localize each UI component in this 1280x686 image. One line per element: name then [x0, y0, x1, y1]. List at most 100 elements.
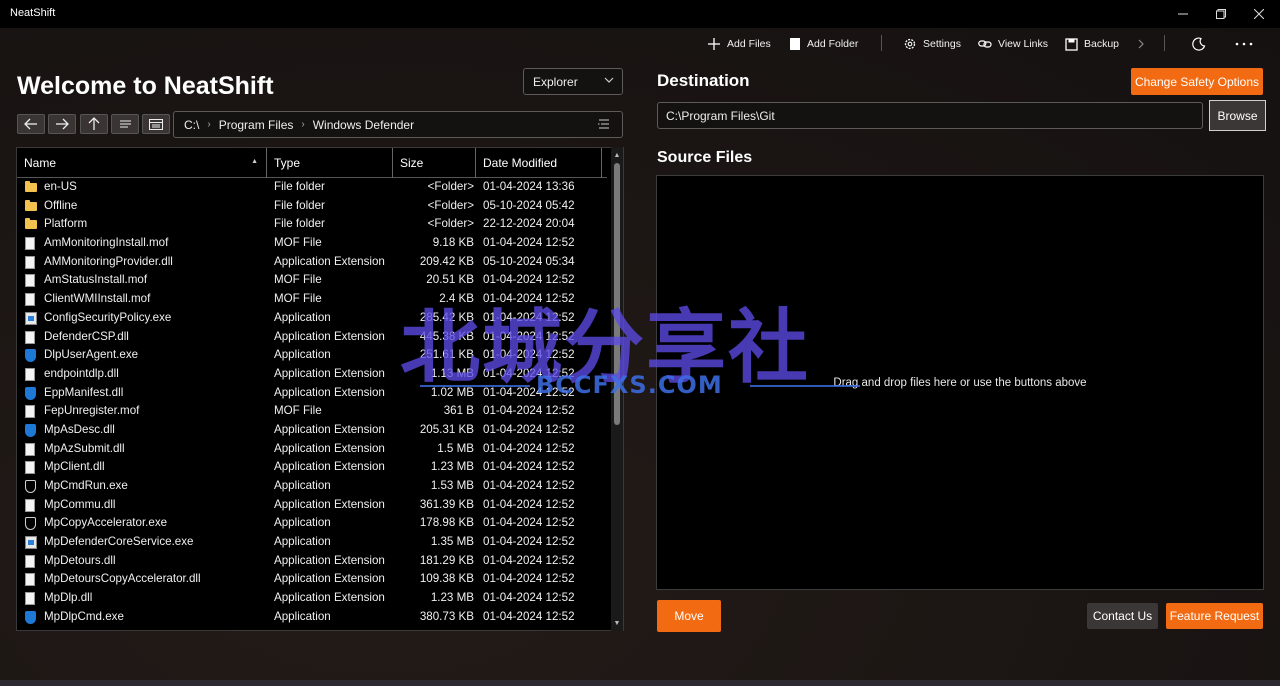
filter-list-icon[interactable] [598, 118, 610, 132]
chevron-right-icon[interactable] [1137, 33, 1145, 55]
column-header-name[interactable]: Name ▲ [17, 148, 267, 178]
file-date: 01-04-2024 13:36 [483, 180, 575, 193]
table-row[interactable]: DlpUserAgent.exe Application 251.61 KB 01-0… [17, 346, 607, 365]
add-folder-button[interactable]: Add Folder [789, 33, 858, 55]
table-row[interactable]: FepUnregister.mof MOF File 361 B 01-04-2024… [17, 402, 607, 421]
table-row[interactable]: MpAzSubmit.dll Application Extension 1.5 M… [17, 440, 607, 459]
dll-icon [25, 330, 35, 344]
add-files-button[interactable]: Add Files [707, 33, 771, 55]
file-name: DlpUserAgent.exe [44, 348, 139, 362]
scrollbar-thumb[interactable] [614, 163, 620, 425]
file-size: 205.31 KB [419, 422, 474, 436]
file-type: Application Extension [274, 254, 385, 268]
add-folder-label: Add Folder [807, 38, 859, 50]
view-links-button[interactable]: View Links [978, 33, 1048, 55]
file-icon [25, 293, 35, 307]
table-row[interactable]: MpDefenderCoreService.exe Application 1.35… [17, 533, 607, 552]
close-icon[interactable] [1242, 0, 1276, 28]
settings-button[interactable]: Settings [903, 33, 961, 55]
file-name: AmStatusInstall.mof [44, 273, 148, 287]
table-row[interactable]: MpCmdRun.exe Application 1.53 MB 01-04-2024… [17, 477, 607, 496]
table-row[interactable]: MpClient.dll Application Extension 1.23 MB… [17, 458, 607, 477]
file-type: Application [274, 479, 331, 492]
table-row[interactable]: Platform File folder <Folder> 22-12-2024 20… [17, 215, 607, 234]
file-name: MpDetoursCopyAccelerator.dll [44, 572, 201, 586]
scroll-up-icon[interactable]: ▲ [611, 149, 623, 161]
table-row[interactable]: MpCommu.dll Application Extension 361.39 K… [17, 496, 607, 515]
command-separator [1164, 35, 1165, 51]
destination-path-field[interactable]: C:\Program Files\Git [657, 102, 1203, 129]
file-size: 178.98 KB [419, 516, 474, 530]
file-size: 2.4 KB [439, 292, 474, 306]
breadcrumb[interactable]: C:\ › Program Files › Windows Defender [173, 111, 623, 138]
file-date: 01-04-2024 12:52 [483, 404, 575, 418]
file-name: FepUnregister.mof [44, 404, 140, 418]
file-type: Application [274, 348, 331, 362]
file-type: MOF File [274, 292, 322, 306]
file-name: Offline [44, 198, 78, 212]
up-button[interactable] [80, 114, 108, 134]
column-header-date[interactable]: Date Modified [476, 148, 602, 178]
change-safety-options-button[interactable]: Change Safety Options [1131, 68, 1263, 95]
file-size: 380.73 KB [419, 609, 474, 623]
details-view-button[interactable] [142, 114, 170, 134]
table-row[interactable]: MpDetours.dll Application Extension 181.29… [17, 552, 607, 571]
file-size: 109.38 KB [419, 572, 474, 586]
dll-icon [25, 461, 35, 475]
file-size: 20.51 KB [426, 273, 474, 287]
file-date: 01-04-2024 12:52 [483, 236, 575, 250]
feature-request-button[interactable]: Feature Request [1166, 603, 1263, 629]
forward-button[interactable] [48, 114, 76, 134]
table-row[interactable]: MpAsDesc.dll Application Extension 205.31 … [17, 421, 607, 440]
file-date: 01-04-2024 12:52 [483, 572, 575, 586]
drop-zone[interactable]: Drag and drop files here or use the butt… [656, 175, 1264, 590]
moon-icon[interactable] [1192, 33, 1206, 55]
dll-icon [25, 573, 35, 587]
file-name: AmMonitoringInstall.mof [44, 236, 169, 250]
table-row[interactable]: AmMonitoringInstall.mof MOF File 9.18 KB 01… [17, 234, 607, 253]
command-separator [881, 35, 882, 51]
table-row[interactable]: ClientWMIInstall.mof MOF File 2.4 KB 01-04-… [17, 290, 607, 309]
browse-button[interactable]: Browse [1209, 100, 1266, 131]
file-name: MpClient.dll [44, 460, 105, 474]
file-type: File folder [274, 198, 325, 212]
file-type: Application Extension [274, 553, 385, 567]
list-view-button[interactable] [111, 114, 139, 134]
breadcrumb-item[interactable]: Program Files [219, 118, 294, 132]
table-scrollbar[interactable]: ▲ ▼ [611, 147, 623, 631]
file-size: 9.18 KB [432, 236, 474, 250]
minimize-icon[interactable] [1166, 0, 1200, 28]
breadcrumb-item[interactable]: Windows Defender [313, 118, 414, 132]
chevron-down-icon [604, 76, 614, 86]
table-row[interactable]: en-US File folder <Folder> 01-04-2024 13:36 [17, 178, 607, 197]
table-row[interactable]: MpDlpCmd.exe Application 380.73 KB 01-04-20… [17, 608, 607, 627]
table-row[interactable]: MpDlp.dll Application Extension 1.23 MB 01-… [17, 589, 607, 608]
table-row[interactable]: AMMonitoringProvider.dll Application Exte… [17, 253, 607, 272]
maximize-icon[interactable] [1204, 0, 1238, 28]
table-row[interactable]: ConfigSecurityPolicy.exe Application 285.4… [17, 309, 607, 328]
contact-us-button[interactable]: Contact Us [1087, 603, 1158, 629]
file-date: 01-04-2024 12:52 [483, 348, 575, 362]
folder-icon [25, 218, 37, 230]
breadcrumb-item[interactable]: C:\ [184, 118, 199, 132]
table-row[interactable]: EppManifest.dll Application Extension 1.02… [17, 384, 607, 403]
move-button[interactable]: Move [657, 600, 721, 632]
view-mode-select[interactable]: Explorer [523, 68, 623, 95]
back-button[interactable] [17, 114, 45, 134]
file-type: Application Extension [274, 497, 385, 511]
table-row[interactable]: MpCopyAccelerator.exe Application 178.98 K… [17, 514, 607, 533]
column-header-size[interactable]: Size [393, 148, 476, 178]
scroll-down-icon[interactable]: ▼ [611, 617, 623, 629]
backup-button[interactable]: Backup [1065, 33, 1119, 55]
table-row[interactable]: Offline File folder <Folder> 05-10-2024 05:… [17, 197, 607, 216]
more-icon[interactable] [1235, 33, 1253, 55]
file-date: 01-04-2024 12:52 [483, 292, 575, 306]
file-size: 1.53 MB [430, 479, 474, 492]
table-row[interactable]: MpDetoursCopyAccelerator.dll Application … [17, 570, 607, 589]
table-row[interactable]: AmStatusInstall.mof MOF File 20.51 KB 01-04… [17, 271, 607, 290]
table-row[interactable]: endpointdlp.dll Application Extension 1.13… [17, 365, 607, 384]
column-header-type[interactable]: Type [267, 148, 393, 178]
shield-icon [25, 386, 36, 400]
table-row[interactable]: DefenderCSP.dll Application Extension 445.… [17, 328, 607, 347]
file-name: ConfigSecurityPolicy.exe [44, 310, 172, 324]
